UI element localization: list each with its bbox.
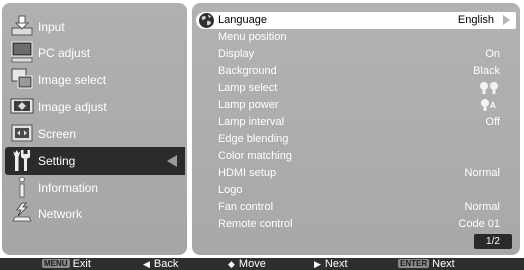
menu-item-label: Information — [38, 181, 99, 195]
setting-label: Remote control — [218, 218, 293, 230]
setting-label: Language — [218, 14, 267, 26]
menu-item-label: Image select — [38, 73, 107, 87]
menu-item-label: Setting — [38, 154, 76, 168]
menu-item-setting[interactable]: Setting — [5, 147, 185, 175]
enter-next-label: Next — [432, 258, 455, 270]
right-arrow-icon — [503, 15, 510, 25]
setting-value: Off — [485, 116, 500, 128]
globe-icon — [199, 13, 214, 28]
setting-value: Normal — [464, 201, 500, 213]
menu-item-label: Input — [38, 20, 65, 34]
menu-item-input[interactable]: Input — [2, 13, 187, 41]
menu-item-label: PC adjust — [38, 46, 91, 60]
enter-key-icon: ENTER — [398, 259, 430, 268]
right-arrow-icon: ▶ — [314, 259, 321, 269]
setting-label: Display — [218, 48, 255, 60]
next-hint: ▶ Next — [314, 258, 348, 270]
setting-row-menu-position[interactable]: Menu position — [196, 29, 516, 46]
screen-icon — [11, 124, 33, 142]
menu-item-image-select[interactable]: Image select — [2, 66, 187, 94]
setting-row-display[interactable]: Display On — [196, 46, 516, 63]
exit-label: Exit — [72, 258, 91, 270]
information-icon — [19, 176, 25, 198]
setting-label: Color matching — [218, 150, 292, 162]
up-down-arrow-icon: ◆ — [228, 259, 235, 269]
move-hint: ◆ Move — [228, 258, 266, 270]
menu-item-label: Screen — [38, 127, 77, 141]
setting-label: Edge blending — [218, 133, 289, 145]
setting-label: Menu position — [218, 31, 287, 43]
bottom-hint-bar: MENU Exit ◀ Back ◆ Move ▶ Next ENTER Next — [0, 258, 524, 270]
menu-item-label: Network — [38, 207, 83, 221]
setting-row-hdmi-setup[interactable]: HDMI setup Normal — [196, 165, 516, 182]
move-label: Move — [238, 258, 266, 270]
setting-value: Black — [473, 65, 500, 77]
next-label: Next — [324, 258, 348, 270]
projector-osd: Input PC adjust Image select Image adjus… — [0, 0, 524, 270]
setting-row-lamp-power[interactable]: Lamp power A — [196, 97, 516, 114]
menu-item-label: Image adjust — [38, 100, 107, 114]
left-arrow-icon: ◀ — [143, 259, 150, 269]
menu-item-pc-adjust[interactable]: PC adjust — [2, 39, 187, 67]
image-select-icon — [11, 68, 33, 89]
setting-label: HDMI setup — [218, 167, 277, 179]
setting-value: On — [485, 48, 500, 60]
setting-row-edge-blending[interactable]: Edge blending — [196, 131, 516, 148]
setting-label: Lamp select — [218, 82, 278, 94]
setting-row-lamp-interval[interactable]: Lamp interval Off — [196, 114, 516, 131]
setting-label: Lamp power — [218, 99, 279, 111]
selection-arrow-icon — [167, 155, 177, 167]
setting-row-lamp-select[interactable]: Lamp select — [196, 80, 516, 97]
menu-item-network[interactable]: Network — [2, 200, 187, 228]
back-hint: ◀ Back — [143, 258, 178, 270]
enter-next-hint: ENTER Next — [398, 258, 455, 270]
exit-hint: MENU Exit — [42, 258, 91, 270]
setting-row-background[interactable]: Background Black — [196, 63, 516, 80]
setting-value: English — [457, 14, 494, 26]
menu-item-image-adjust[interactable]: Image adjust — [2, 93, 187, 121]
back-label: Back — [153, 258, 179, 270]
setting-row-fan-control[interactable]: Fan control Normal — [196, 199, 516, 216]
setting-label: Background — [218, 65, 277, 77]
setting-row-remote-control[interactable]: Remote control Code 01 — [196, 216, 516, 233]
image-adjust-icon — [10, 98, 34, 114]
lamp-power-badge: A — [490, 101, 496, 110]
lamp-power-auto-icon: A — [479, 97, 499, 114]
setting-icon — [13, 150, 30, 171]
setting-label: Logo — [218, 184, 243, 196]
setting-value: Code 01 — [458, 218, 500, 230]
setting-label: Fan control — [218, 201, 274, 213]
page-indicator: 1/2 — [474, 234, 512, 249]
menu-key-icon: MENU — [42, 259, 70, 268]
setting-value: Normal — [464, 167, 500, 179]
setting-row-language[interactable]: Language English — [196, 12, 516, 29]
setting-label: Lamp interval — [218, 116, 285, 128]
setting-row-logo[interactable]: Logo — [196, 182, 516, 199]
network-icon — [12, 202, 32, 222]
pc-adjust-icon — [11, 41, 33, 63]
setting-row-color-matching[interactable]: Color matching — [196, 148, 516, 165]
menu-item-screen[interactable]: Screen — [2, 120, 187, 148]
menu-item-information[interactable]: Information — [2, 174, 187, 202]
dual-lamp-icon — [480, 82, 498, 94]
setting-submenu-panel: Language English Menu position Display O… — [192, 3, 520, 255]
main-menu-panel: Input PC adjust Image select Image adjus… — [2, 3, 187, 255]
input-icon — [11, 15, 33, 36]
